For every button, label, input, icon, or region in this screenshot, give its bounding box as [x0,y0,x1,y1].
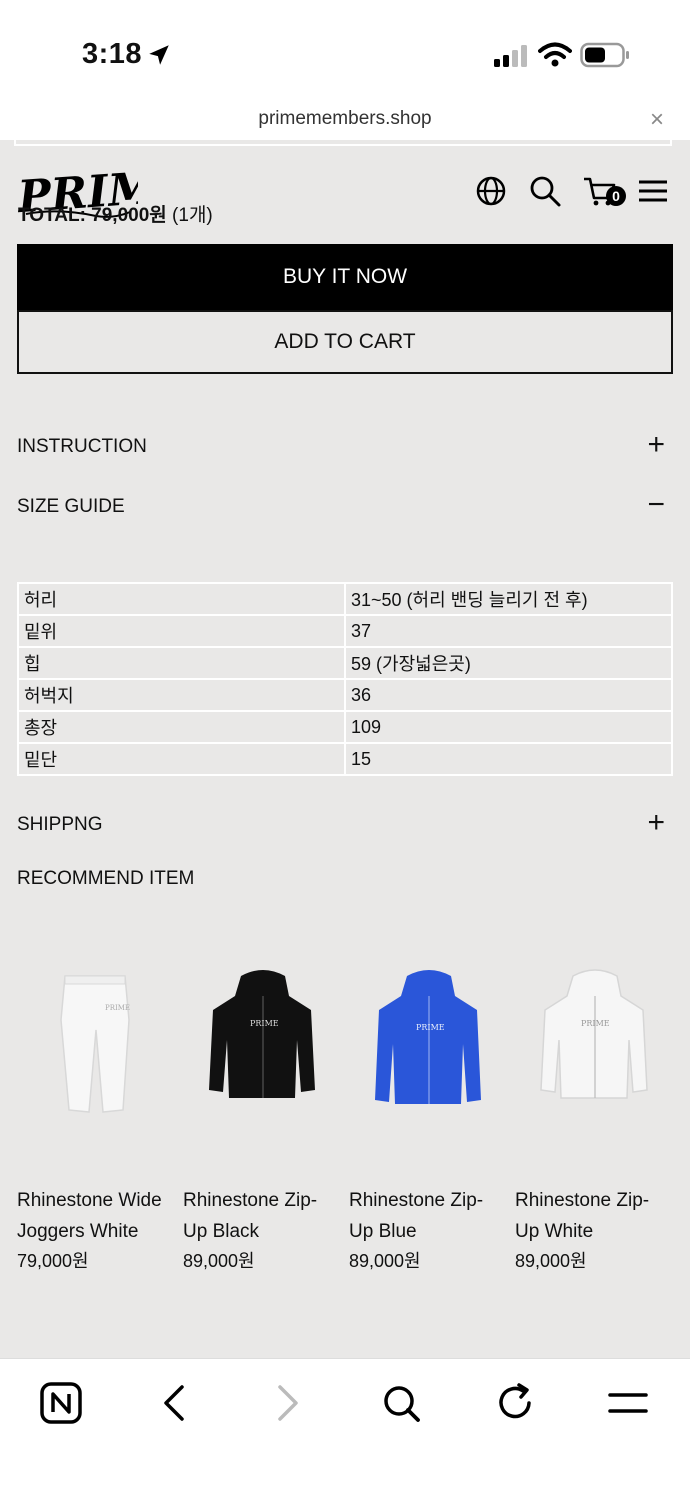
product-card[interactable]: PRIME Rhinestone Zip-Up Blue 89,000원 [349,940,504,1275]
status-time: 3:18 [82,38,143,70]
total-amount: TOTAL: 79,000원 [18,205,167,226]
status-bar: 3:18 [0,0,690,100]
svg-text:PRIME: PRIME [105,1004,130,1012]
total-quantity: (1개) [166,205,213,226]
svg-text:PRIME: PRIME [250,1019,279,1028]
size-value: 109 [344,710,673,744]
product-price: 89,000원 [183,1251,255,1271]
search-icon[interactable] [528,174,562,208]
product-name[interactable]: Rhinestone Zip-Up Black [183,1185,338,1247]
recommend-list: PRIME Rhinestone Wide Joggers White 79,0… [17,940,677,1290]
table-row: 허리 31~50 (허리 밴딩 늘리기 전 후) [17,582,673,616]
close-icon[interactable]: × [650,106,664,134]
product-price: 89,000원 [515,1251,587,1271]
cart-count: 0 [612,188,620,204]
size-key: 허리 [17,582,346,616]
expand-icon[interactable]: + [647,806,665,840]
size-key: 밑단 [17,742,346,776]
cart-icon[interactable]: 0 [582,174,628,208]
globe-icon[interactable] [474,174,508,208]
size-value: 36 [344,678,673,712]
signal-icon [494,45,527,67]
wifi-icon [538,42,572,67]
back-icon[interactable] [152,1381,196,1425]
table-row: 힙 59 (가장넓은곳) [17,646,673,680]
svg-text:PRIME: PRIME [581,1019,610,1028]
product-price: 79,000원 [17,1251,89,1271]
product-image-joggers[interactable]: PRIME [17,940,172,1160]
product-card[interactable]: PRIME Rhinestone Zip-Up Black 89,000원 [183,940,338,1275]
page-content: PRIME TOTAL: 79,000원 (1개) 0 BUY IT NOW A… [0,140,690,1358]
table-row: 밑위 37 [17,614,673,648]
refresh-icon[interactable] [493,1381,537,1425]
size-guide-table: 허리 31~50 (허리 밴딩 늘리기 전 후) 밑위 37 힙 59 (가장넓은곳)… [17,582,673,776]
menu-icon[interactable] [636,174,670,208]
expand-icon[interactable]: + [647,428,665,462]
n-app-icon[interactable] [39,1381,83,1425]
size-value: 37 [344,614,673,648]
accordion-label: INSTRUCTION [17,436,147,457]
product-name[interactable]: Rhinestone Zip-Up Blue [349,1185,504,1247]
size-key: 총장 [17,710,346,744]
product-image-zipup-white[interactable]: PRIME [515,940,670,1160]
browser-toolbar [0,1358,690,1500]
forward-icon[interactable] [266,1381,310,1425]
product-image-zipup-black[interactable]: PRIME [183,940,338,1160]
accordion-label: SIZE GUIDE [17,496,125,517]
size-value: 59 (가장넓은곳) [344,646,673,680]
accordion-size-guide[interactable]: SIZE GUIDE − [17,488,673,528]
product-price: 89,000원 [349,1251,421,1271]
battery-icon [580,42,629,68]
accordion-instruction[interactable]: INSTRUCTION + [17,428,673,468]
search-icon[interactable] [379,1381,423,1425]
table-row: 총장 109 [17,710,673,744]
browser-url-bar[interactable]: primemembers.shop × [0,100,690,140]
size-value: 15 [344,742,673,776]
table-row: 허벅지 36 [17,678,673,712]
product-card[interactable]: PRIME Rhinestone Zip-Up White 89,000원 [515,940,670,1275]
url-text: primemembers.shop [258,108,432,129]
location-arrow-icon [149,45,169,65]
divider [14,140,672,146]
accordion-label: SHIPPNG [17,814,103,835]
buy-it-now-button[interactable]: BUY IT NOW [17,244,673,310]
order-total: TOTAL: 79,000원 (1개) [18,200,213,227]
recommend-title: RECOMMEND ITEM [17,868,195,889]
accordion-shipping[interactable]: SHIPPNG + [17,806,673,846]
svg-text:PRIME: PRIME [416,1023,445,1032]
product-name[interactable]: Rhinestone Wide Joggers White [17,1185,172,1247]
collapse-icon[interactable]: − [647,488,665,522]
menu-icon[interactable] [606,1381,650,1425]
product-card[interactable]: PRIME Rhinestone Wide Joggers White 79,0… [17,940,172,1275]
product-image-zipup-blue[interactable]: PRIME [349,940,504,1160]
table-row: 밑단 15 [17,742,673,776]
size-value: 31~50 (허리 밴딩 늘리기 전 후) [344,582,673,616]
add-to-cart-button[interactable]: ADD TO CART [17,310,673,374]
size-key: 힙 [17,646,346,680]
size-key: 밑위 [17,614,346,648]
size-key: 허벅지 [17,678,346,712]
product-name[interactable]: Rhinestone Zip-Up White [515,1185,670,1247]
